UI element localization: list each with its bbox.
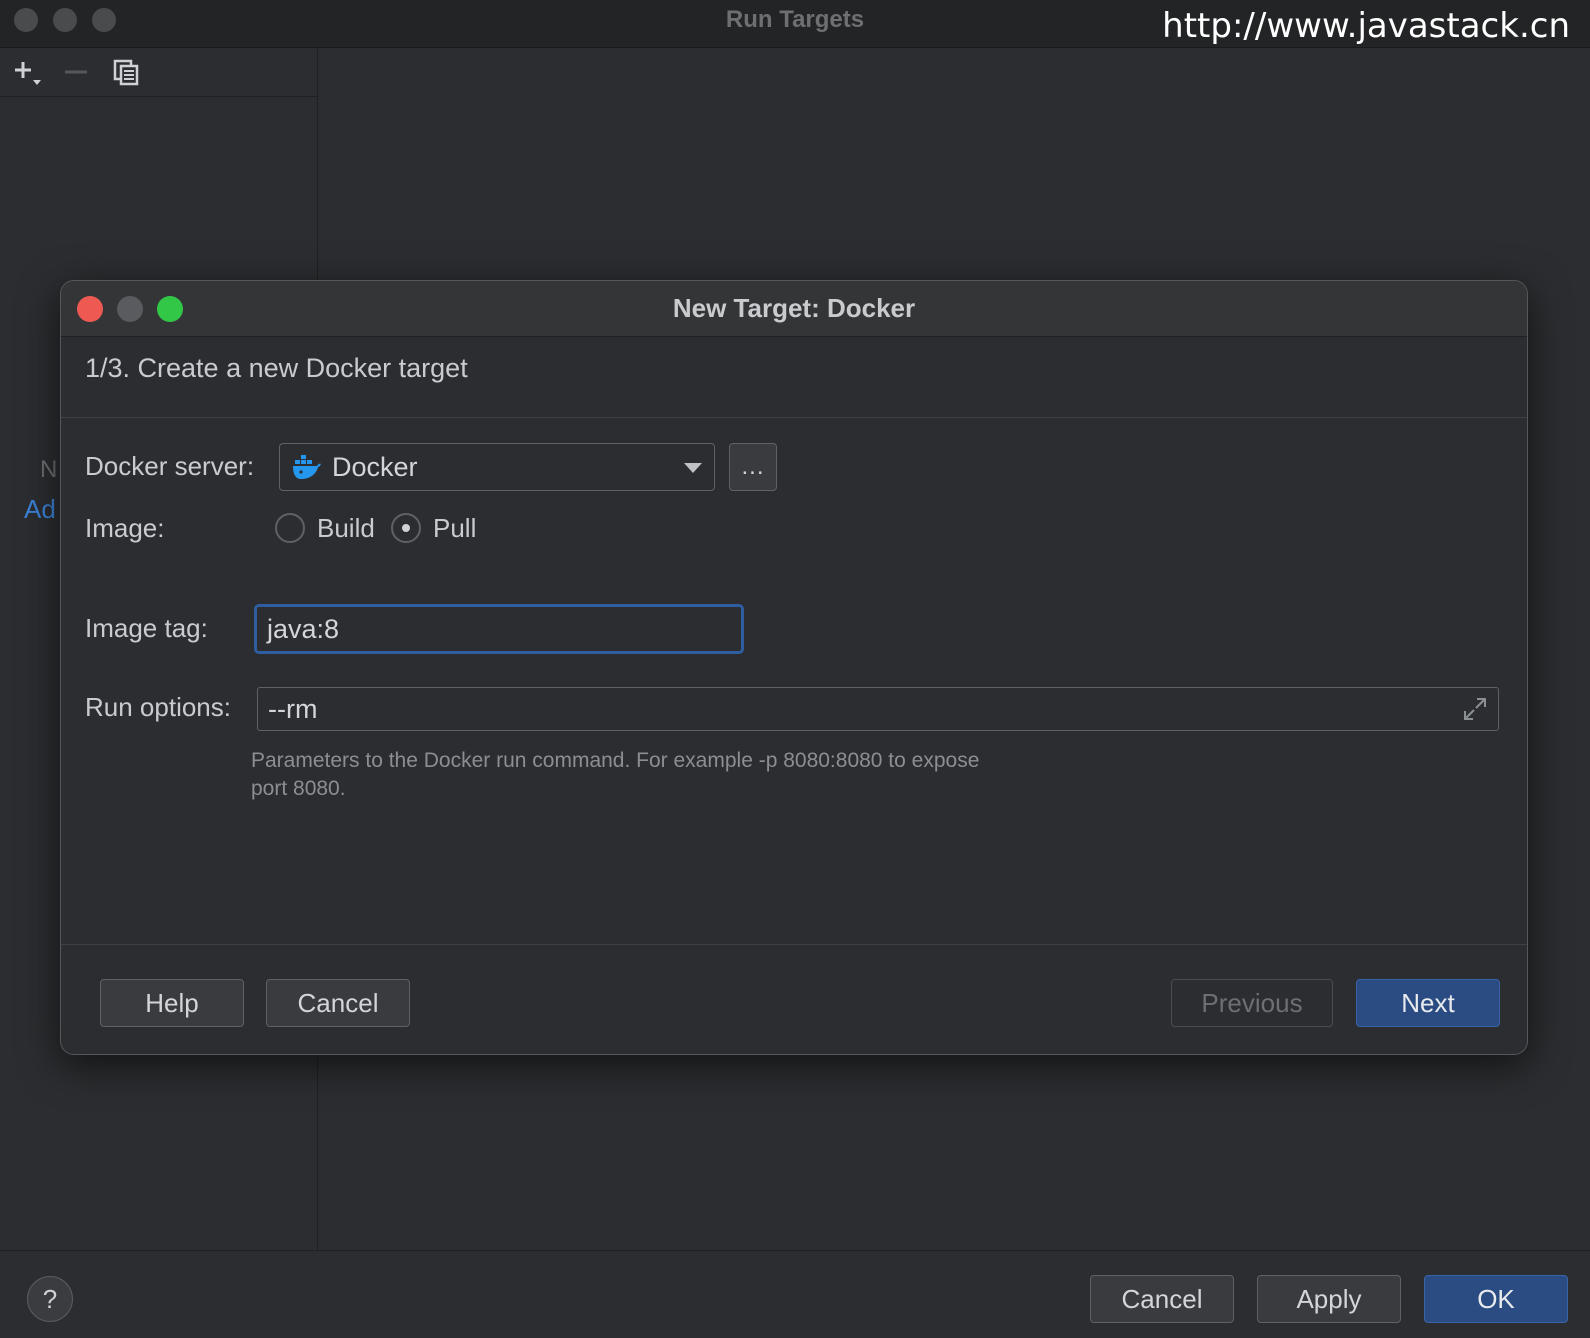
image-pull-radio[interactable] xyxy=(391,513,421,543)
docker-server-value: Docker xyxy=(332,451,418,482)
divider xyxy=(61,417,1527,418)
empty-list-hint: N xyxy=(40,456,58,483)
image-build-radio[interactable] xyxy=(275,513,305,543)
remove-target-button[interactable] xyxy=(60,56,92,88)
run-options-label: Run options: xyxy=(85,692,231,722)
minus-icon xyxy=(65,70,87,74)
run-options-value: --rm xyxy=(268,693,318,724)
run-options-help-text: Parameters to the Docker run command. Fo… xyxy=(251,749,980,800)
step-title: 1/3. Create a new Docker target xyxy=(85,353,468,383)
help-button[interactable]: Help xyxy=(100,979,244,1027)
image-tag-label: Image tag: xyxy=(85,613,208,643)
image-label: Image: xyxy=(85,513,165,543)
previous-button[interactable]: Previous xyxy=(1171,979,1333,1027)
window-titlebar: Run Targets http://www.javastack.cn xyxy=(0,0,1590,48)
docker-server-browse-button[interactable]: ... xyxy=(729,443,777,491)
dialog-title: New Target: Docker xyxy=(672,293,916,323)
help-icon[interactable]: ? xyxy=(27,1276,73,1322)
dialog-titlebar: New Target: Docker xyxy=(61,281,1527,337)
docker-server-select[interactable]: Docker xyxy=(279,443,715,491)
dialog-cancel-button[interactable]: Cancel xyxy=(266,979,410,1027)
add-target-link[interactable]: Ad xyxy=(24,494,56,525)
copy-icon xyxy=(113,59,139,86)
targets-toolbar xyxy=(0,48,317,97)
image-tag-input[interactable]: java:8 xyxy=(254,604,744,654)
cancel-button[interactable]: Cancel xyxy=(1090,1275,1234,1323)
docker-icon xyxy=(293,455,321,479)
expand-icon[interactable] xyxy=(1462,696,1488,722)
dialog-footer: ? Cancel Apply OK xyxy=(0,1250,1590,1338)
ok-button[interactable]: OK xyxy=(1424,1275,1568,1323)
image-build-label[interactable]: Build xyxy=(317,513,375,544)
copy-target-button[interactable] xyxy=(110,56,142,88)
watermark: http://www.javastack.cn xyxy=(1162,6,1570,46)
new-target-dialog: New Target: Docker 1/3. Create a new Doc… xyxy=(60,280,1528,1055)
add-target-button[interactable] xyxy=(10,56,42,88)
add-dropdown-icon xyxy=(15,62,41,85)
divider xyxy=(61,944,1527,945)
image-pull-label[interactable]: Pull xyxy=(433,513,476,544)
next-button[interactable]: Next xyxy=(1356,979,1500,1027)
run-options-input[interactable]: --rm xyxy=(257,687,1499,731)
apply-button[interactable]: Apply xyxy=(1257,1275,1401,1323)
docker-server-label: Docker server: xyxy=(85,451,255,481)
run-targets-window: Run Targets http://www.javastack.cn N Ad… xyxy=(0,0,1590,1338)
chevron-down-icon xyxy=(684,463,702,473)
